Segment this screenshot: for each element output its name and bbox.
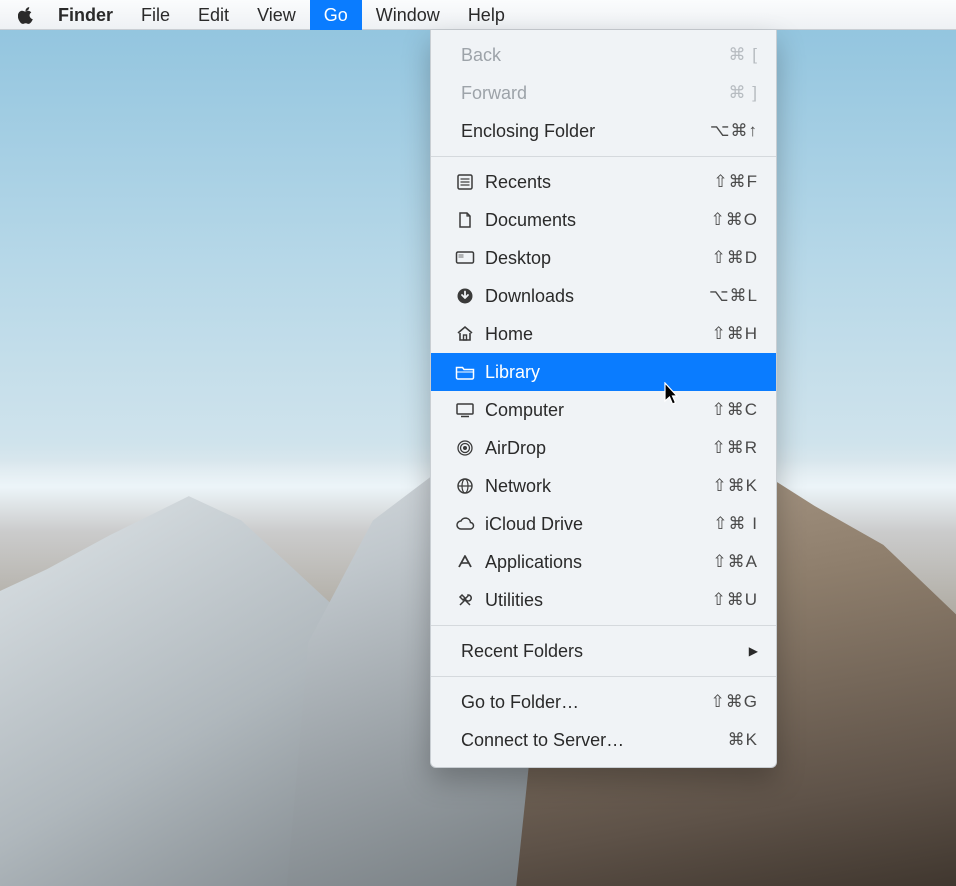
menu-item-shortcut: ⌘ [ bbox=[729, 45, 758, 65]
menu-item-computer[interactable]: Computer ⇧⌘C bbox=[431, 391, 776, 429]
airdrop-icon bbox=[453, 439, 477, 457]
menu-item-label: Home bbox=[485, 324, 711, 345]
menu-item-shortcut: ⇧⌘ I bbox=[713, 514, 758, 534]
menu-item-label: Network bbox=[485, 476, 712, 497]
menu-item-shortcut: ⌘K bbox=[728, 730, 758, 750]
menu-item-label: Documents bbox=[485, 210, 711, 231]
menu-item-utilities[interactable]: Utilities ⇧⌘U bbox=[431, 581, 776, 619]
menu-item-forward: Forward ⌘ ] bbox=[431, 74, 776, 112]
menu-item-desktop[interactable]: Desktop ⇧⌘D bbox=[431, 239, 776, 277]
menu-item-shortcut: ⇧⌘F bbox=[713, 172, 758, 192]
menu-item-label: Forward bbox=[461, 83, 729, 104]
menu-item-label: Recent Folders bbox=[461, 641, 749, 662]
menu-item-downloads[interactable]: Downloads ⌥⌘L bbox=[431, 277, 776, 315]
icloud-icon bbox=[453, 517, 477, 531]
menu-separator bbox=[431, 625, 776, 626]
menu-bar: Finder File Edit View Go Window Help bbox=[0, 0, 956, 30]
menu-item-recent-folders[interactable]: Recent Folders ▶ bbox=[431, 632, 776, 670]
desktop-icon bbox=[453, 250, 477, 266]
menu-item-documents[interactable]: Documents ⇧⌘O bbox=[431, 201, 776, 239]
menu-item-label: iCloud Drive bbox=[485, 514, 713, 535]
menu-view[interactable]: View bbox=[243, 0, 310, 30]
app-name[interactable]: Finder bbox=[44, 0, 127, 30]
menu-item-shortcut: ⇧⌘O bbox=[711, 210, 758, 230]
menu-item-connect-to-server[interactable]: Connect to Server… ⌘K bbox=[431, 721, 776, 759]
menu-item-library[interactable]: Library bbox=[431, 353, 776, 391]
menu-item-shortcut: ⇧⌘U bbox=[711, 590, 758, 610]
menu-item-applications[interactable]: Applications ⇧⌘A bbox=[431, 543, 776, 581]
menu-item-label: Utilities bbox=[485, 590, 711, 611]
menu-item-label: Computer bbox=[485, 400, 711, 421]
menu-item-home[interactable]: Home ⇧⌘H bbox=[431, 315, 776, 353]
menu-item-airdrop[interactable]: AirDrop ⇧⌘R bbox=[431, 429, 776, 467]
utilities-icon bbox=[453, 591, 477, 609]
menu-item-label: Desktop bbox=[485, 248, 711, 269]
network-icon bbox=[453, 477, 477, 495]
menu-separator bbox=[431, 676, 776, 677]
applications-icon bbox=[453, 553, 477, 571]
menu-item-enclosing-folder[interactable]: Enclosing Folder ⌥⌘↑ bbox=[431, 112, 776, 150]
menu-item-shortcut: ⇧⌘G bbox=[711, 692, 758, 712]
apple-menu[interactable] bbox=[14, 0, 44, 30]
menu-item-go-to-folder[interactable]: Go to Folder… ⇧⌘G bbox=[431, 683, 776, 721]
menu-item-shortcut: ⌥⌘L bbox=[709, 286, 758, 306]
menu-item-label: Go to Folder… bbox=[461, 692, 711, 713]
documents-icon bbox=[453, 211, 477, 229]
menu-item-label: Connect to Server… bbox=[461, 730, 728, 751]
apple-logo-icon bbox=[18, 6, 34, 24]
menu-item-shortcut: ⇧⌘A bbox=[712, 552, 758, 572]
menu-item-label: Library bbox=[485, 362, 758, 383]
menu-item-shortcut: ⇧⌘C bbox=[711, 400, 758, 420]
menu-window[interactable]: Window bbox=[362, 0, 454, 30]
menu-item-icloud[interactable]: iCloud Drive ⇧⌘ I bbox=[431, 505, 776, 543]
computer-icon bbox=[453, 402, 477, 418]
menu-item-shortcut: ⌥⌘↑ bbox=[710, 121, 758, 141]
menu-item-label: AirDrop bbox=[485, 438, 711, 459]
menu-item-label: Downloads bbox=[485, 286, 709, 307]
library-folder-icon bbox=[453, 364, 477, 380]
menu-go[interactable]: Go bbox=[310, 0, 362, 30]
menu-edit[interactable]: Edit bbox=[184, 0, 243, 30]
menu-item-network[interactable]: Network ⇧⌘K bbox=[431, 467, 776, 505]
menu-help[interactable]: Help bbox=[454, 0, 519, 30]
menu-item-label: Applications bbox=[485, 552, 712, 573]
menu-item-shortcut: ⇧⌘K bbox=[712, 476, 758, 496]
menu-item-shortcut: ⌘ ] bbox=[729, 83, 758, 103]
menu-separator bbox=[431, 156, 776, 157]
go-menu-dropdown: Back ⌘ [ Forward ⌘ ] Enclosing Folder ⌥⌘… bbox=[430, 30, 777, 768]
menu-item-label: Recents bbox=[485, 172, 713, 193]
menu-item-shortcut: ⇧⌘D bbox=[711, 248, 758, 268]
submenu-arrow-icon: ▶ bbox=[749, 644, 758, 658]
menu-item-label: Back bbox=[461, 45, 729, 66]
recents-icon bbox=[453, 173, 477, 191]
home-icon bbox=[453, 325, 477, 343]
menu-item-shortcut: ⇧⌘H bbox=[711, 324, 758, 344]
menu-item-shortcut: ⇧⌘R bbox=[711, 438, 758, 458]
menu-file[interactable]: File bbox=[127, 0, 184, 30]
menu-item-label: Enclosing Folder bbox=[461, 121, 710, 142]
menu-item-recents[interactable]: Recents ⇧⌘F bbox=[431, 163, 776, 201]
menu-item-back: Back ⌘ [ bbox=[431, 36, 776, 74]
downloads-icon bbox=[453, 287, 477, 305]
